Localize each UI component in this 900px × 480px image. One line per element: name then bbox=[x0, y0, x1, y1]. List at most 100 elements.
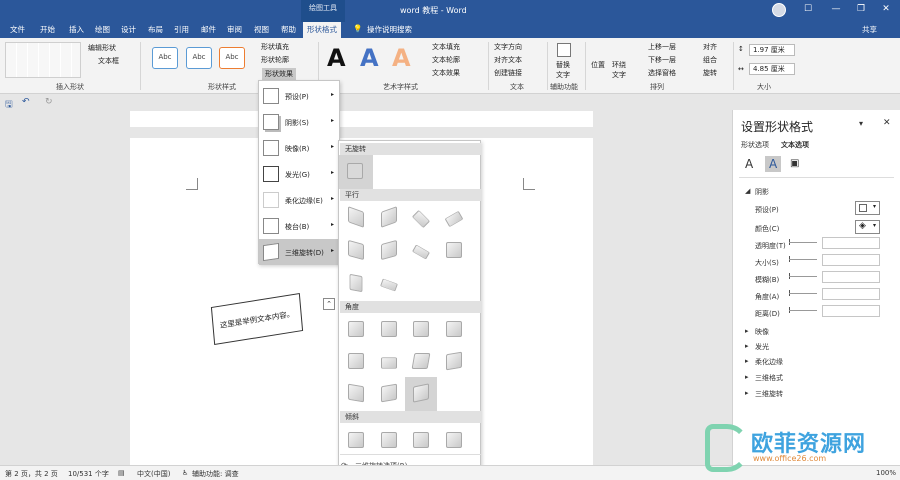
tab-references[interactable]: 引用 bbox=[174, 24, 189, 35]
rotation-oblique-3[interactable] bbox=[413, 432, 429, 448]
tab-shape-format[interactable]: 形状格式 bbox=[303, 22, 341, 38]
menu-item-reflection[interactable]: 映像(R) ▸ bbox=[259, 135, 339, 161]
rotation-oblique-4[interactable] bbox=[446, 432, 462, 448]
rotation-perspective-8[interactable] bbox=[446, 351, 462, 371]
pane-close-icon[interactable]: ✕ bbox=[883, 118, 891, 128]
tab-file[interactable]: 文件 bbox=[10, 24, 25, 35]
create-link-button[interactable]: 创建链接 bbox=[494, 68, 522, 78]
rotation-oblique-1[interactable] bbox=[348, 432, 364, 448]
pane-options-icon[interactable]: ▾ bbox=[859, 119, 863, 128]
rotation-parallel-1[interactable] bbox=[348, 206, 364, 228]
selection-pane-button[interactable]: 选择窗格 bbox=[648, 68, 676, 78]
rotation-perspective-3[interactable] bbox=[413, 321, 429, 337]
tell-me-search[interactable]: 操作说明搜索 bbox=[367, 24, 412, 35]
rotation-parallel-4[interactable] bbox=[444, 210, 464, 228]
page-count[interactable]: 第 2 页，共 2 页 bbox=[5, 469, 58, 479]
restore-button[interactable]: ❐ bbox=[855, 4, 867, 14]
angle-input[interactable] bbox=[822, 288, 880, 300]
rotation-oblique-2[interactable] bbox=[381, 432, 397, 448]
menu-item-3d-rotation[interactable]: 三维旋转(D) ▸ bbox=[259, 239, 339, 265]
text-outline-button[interactable]: 文本轮廓 bbox=[432, 55, 460, 65]
rotation-parallel-8[interactable] bbox=[446, 242, 462, 258]
tab-mailings[interactable]: 邮件 bbox=[201, 24, 216, 35]
tab-view[interactable]: 视图 bbox=[254, 24, 269, 35]
menu-item-soft-edges[interactable]: 柔化边缘(E) ▸ bbox=[259, 187, 339, 213]
rotate-button[interactable]: 旋转 bbox=[703, 68, 717, 78]
tab-layout[interactable]: 布局 bbox=[148, 24, 163, 35]
shape-style-2[interactable]: Abc bbox=[186, 47, 212, 69]
rotation-perspective-9[interactable] bbox=[348, 383, 364, 403]
text-effects-button[interactable]: 文本效果 bbox=[432, 68, 460, 78]
text-box-button[interactable]: 文本框 bbox=[98, 56, 119, 66]
tab-text-options[interactable]: 文本选项 bbox=[781, 140, 809, 150]
shape-height-input[interactable]: 1.97 厘米 bbox=[749, 44, 795, 56]
tab-review[interactable]: 审阅 bbox=[227, 24, 242, 35]
section-3d-rotation[interactable]: 三维旋转 bbox=[755, 389, 783, 399]
tab-help[interactable]: 帮助 bbox=[281, 24, 296, 35]
rotation-perspective-2[interactable] bbox=[381, 321, 397, 337]
accessibility-status[interactable]: 辅助功能: 调查 bbox=[192, 469, 239, 479]
rotation-parallel-10[interactable] bbox=[380, 278, 398, 292]
section-shadow[interactable]: 阴影 bbox=[755, 187, 769, 197]
text-fill-outline-icon[interactable]: A bbox=[745, 157, 753, 171]
align-text-button[interactable]: 对齐文本 bbox=[494, 55, 522, 65]
menu-item-preset[interactable]: 预设(P) ▸ bbox=[259, 83, 339, 109]
wordart-style-1[interactable]: A bbox=[327, 44, 346, 72]
textbox-layout-icon[interactable]: ▣ bbox=[790, 158, 799, 169]
close-button[interactable]: ✕ bbox=[880, 4, 892, 14]
text-effects-icon[interactable]: A bbox=[769, 157, 777, 171]
rotation-perspective-4[interactable] bbox=[446, 321, 462, 337]
rotation-parallel-2[interactable] bbox=[381, 206, 397, 228]
rotation-perspective-5[interactable] bbox=[348, 353, 364, 369]
section-glow[interactable]: 发光 bbox=[755, 342, 769, 352]
rotation-perspective-6[interactable] bbox=[381, 357, 397, 369]
rotation-parallel-5[interactable] bbox=[348, 239, 364, 261]
position-button[interactable]: 位置 bbox=[591, 60, 605, 70]
shape-style-3[interactable]: Abc bbox=[219, 47, 245, 69]
soft-edges-section-chevron-icon[interactable]: ▸ bbox=[745, 357, 749, 365]
menu-item-shadow[interactable]: 阴影(S) ▸ bbox=[259, 109, 339, 135]
rotation-parallel-6[interactable] bbox=[381, 239, 397, 261]
ribbon-display-icon[interactable]: ☐ bbox=[802, 4, 814, 14]
text-fill-button[interactable]: 文本填充 bbox=[432, 42, 460, 52]
size-slider[interactable] bbox=[789, 259, 817, 260]
tab-shape-options[interactable]: 形状选项 bbox=[741, 140, 769, 150]
shape-fill-button[interactable]: 形状填充 bbox=[261, 42, 289, 52]
blur-slider[interactable] bbox=[789, 276, 817, 277]
rotation-perspective-7[interactable] bbox=[411, 353, 431, 369]
language-status[interactable]: 中文(中国) bbox=[137, 469, 170, 479]
shadow-preset-dropdown[interactable]: ▾ bbox=[855, 201, 880, 215]
shape-style-1[interactable]: Abc bbox=[152, 47, 178, 69]
rotation-perspective-11[interactable] bbox=[413, 383, 429, 403]
size-input[interactable] bbox=[822, 254, 880, 266]
rotation-parallel-3[interactable] bbox=[411, 209, 431, 229]
transparency-slider[interactable] bbox=[789, 242, 817, 243]
proofing-icon[interactable]: ▤ bbox=[118, 469, 125, 477]
rotation-perspective-10[interactable] bbox=[381, 383, 397, 403]
tab-home[interactable]: 开始 bbox=[40, 24, 55, 35]
rotation-parallel-9[interactable] bbox=[349, 273, 363, 293]
send-backward-button[interactable]: 下移一层 bbox=[648, 55, 676, 65]
tab-draw[interactable]: 绘图 bbox=[95, 24, 110, 35]
layout-options-icon[interactable]: ⌃ bbox=[323, 298, 335, 310]
angle-slider[interactable] bbox=[789, 293, 817, 294]
account-avatar[interactable] bbox=[772, 3, 786, 17]
shape-width-input[interactable]: 4.85 厘米 bbox=[749, 63, 795, 75]
shapes-gallery[interactable] bbox=[5, 42, 81, 78]
shadow-color-dropdown[interactable]: ◈ ▾ bbox=[855, 220, 880, 234]
3d-rotation-section-chevron-icon[interactable]: ▸ bbox=[745, 389, 749, 397]
section-reflection[interactable]: 映像 bbox=[755, 327, 769, 337]
transparency-input[interactable] bbox=[822, 237, 880, 249]
shape-outline-button[interactable]: 形状轮廓 bbox=[261, 55, 289, 65]
alt-text-button[interactable]: 替换文字 bbox=[556, 60, 574, 80]
align-button[interactable]: 对齐 bbox=[703, 42, 717, 52]
tab-insert[interactable]: 插入 bbox=[69, 24, 84, 35]
rotation-none[interactable] bbox=[347, 163, 363, 179]
edit-shape-button[interactable]: 编辑形状 bbox=[88, 43, 116, 53]
3d-format-section-chevron-icon[interactable]: ▸ bbox=[745, 373, 749, 381]
wordart-style-3[interactable]: A bbox=[392, 44, 411, 72]
shadow-section-chevron-icon[interactable]: ◢ bbox=[745, 187, 750, 195]
text-direction-button[interactable]: 文字方向 bbox=[494, 42, 522, 52]
bring-forward-button[interactable]: 上移一层 bbox=[648, 42, 676, 52]
share-button[interactable]: 共享 bbox=[862, 24, 877, 35]
